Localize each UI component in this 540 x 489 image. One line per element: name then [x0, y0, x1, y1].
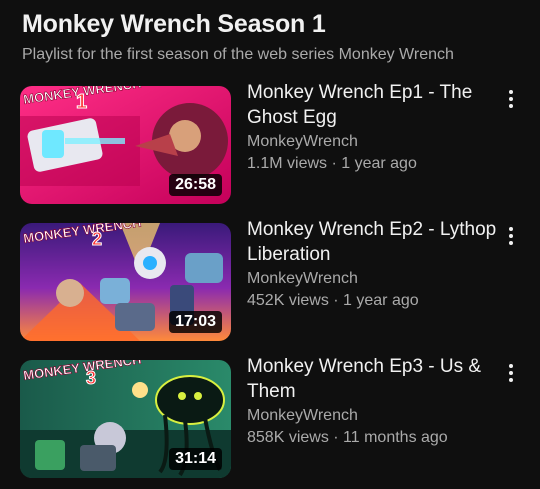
more-vert-icon[interactable] [502, 221, 520, 251]
playlist-description: Playlist for the first season of the web… [22, 46, 454, 63]
video-item-2[interactable]: MONKEY WRENCH 2 17:03 Monkey Wrench Ep2 … [20, 219, 520, 341]
svg-text:1: 1 [76, 91, 87, 113]
video-title-2[interactable]: Monkey Wrench Ep2 - Lythop Liberation [247, 217, 497, 267]
video-item-1[interactable]: MONKEY WRENCH 1 26:58 Monkey Wrench Ep1 … [20, 82, 520, 204]
video-duration-2: 17:03 [169, 311, 222, 333]
video-meta-1: 1.1M views · 1 year ago [247, 155, 417, 172]
video-thumbnail-3[interactable]: MONKEY WRENCH 3 31:14 [20, 360, 231, 478]
video-title-3[interactable]: Monkey Wrench Ep3 - Us & Them [247, 354, 497, 404]
playlist-title: Monkey Wrench Season 1 [22, 10, 326, 38]
video-channel-2: MonkeyWrench [247, 270, 358, 287]
svg-text:2: 2 [92, 229, 102, 249]
video-thumbnail-1[interactable]: MONKEY WRENCH 1 26:58 [20, 86, 231, 204]
video-channel-3: MonkeyWrench [247, 407, 358, 424]
more-vert-icon[interactable] [502, 84, 520, 114]
video-info-1[interactable]: Monkey Wrench Ep1 - The Ghost Egg Monkey… [247, 80, 497, 175]
video-duration-1: 26:58 [169, 174, 222, 196]
video-channel-1: MonkeyWrench [247, 133, 358, 150]
video-title-1[interactable]: Monkey Wrench Ep1 - The Ghost Egg [247, 80, 497, 130]
video-info-2[interactable]: Monkey Wrench Ep2 - Lythop Liberation Mo… [247, 217, 497, 312]
playlist-header: Monkey Wrench Season 1 Playlist for the … [22, 8, 520, 65]
video-meta-3: 858K views · 11 months ago [247, 429, 448, 446]
video-thumbnail-2[interactable]: MONKEY WRENCH 2 17:03 [20, 223, 231, 341]
video-item-3[interactable]: MONKEY WRENCH 3 31:14 Monkey Wrench Ep3 … [20, 356, 520, 478]
svg-text:3: 3 [86, 368, 96, 388]
video-meta-2: 452K views · 1 year ago [247, 292, 419, 309]
video-info-3[interactable]: Monkey Wrench Ep3 - Us & Them MonkeyWren… [247, 354, 497, 449]
video-duration-3: 31:14 [169, 448, 222, 470]
more-vert-icon[interactable] [502, 358, 520, 388]
